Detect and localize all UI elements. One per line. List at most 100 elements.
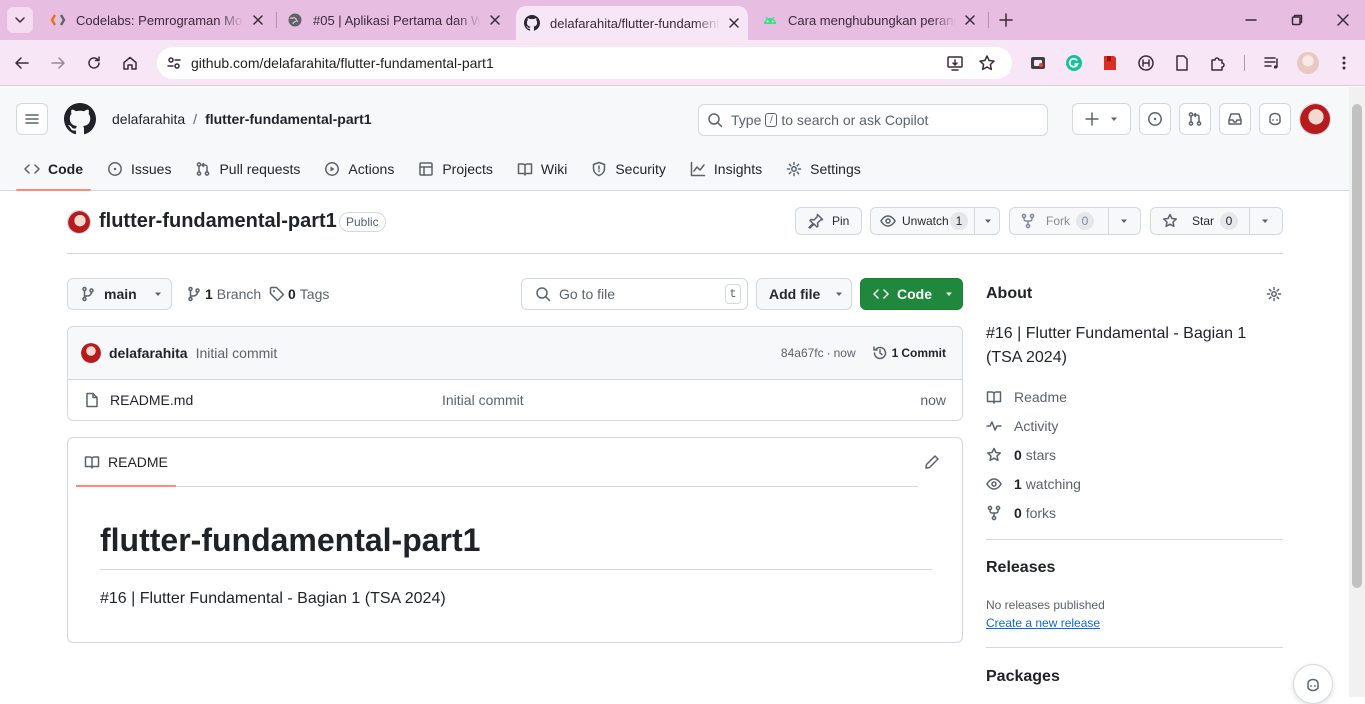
add-file-button[interactable]: Add file xyxy=(756,278,852,310)
close-tab-icon[interactable] xyxy=(726,15,742,31)
scrollbar-thumb[interactable] xyxy=(1352,104,1362,588)
star-count: 0 xyxy=(1220,212,1239,230)
issues-shortcut-button[interactable] xyxy=(1139,103,1171,135)
unwatch-label: Unwatch xyxy=(902,214,949,228)
edit-readme-icon[interactable] xyxy=(924,454,940,470)
reload-button[interactable] xyxy=(80,49,108,77)
commit-author-avatar[interactable] xyxy=(81,343,101,363)
breadcrumb-repo[interactable]: flutter-fundamental-part1 xyxy=(205,111,371,127)
commit-dot: · xyxy=(826,346,831,360)
browser-tab-codelabs[interactable]: Codelabs: Pemrograman Mobile xyxy=(50,0,270,40)
readme-link[interactable]: Readme xyxy=(986,382,1283,411)
extension-red-icon[interactable] xyxy=(1096,49,1124,77)
tab-issues[interactable]: Issues xyxy=(99,147,179,191)
tab-search-button[interactable] xyxy=(7,7,33,33)
pulse-icon xyxy=(986,420,1002,431)
breadcrumb-owner[interactable]: delafarahita xyxy=(112,111,185,127)
create-release-link[interactable]: Create a new release xyxy=(986,616,1100,630)
new-tab-button[interactable] xyxy=(992,6,1020,34)
browser-tab-android[interactable]: Cara menghubungkan perangkat Android xyxy=(762,0,982,40)
file-name[interactable]: README.md xyxy=(110,392,442,408)
browser-menu-icon[interactable] xyxy=(1330,49,1358,77)
close-tab-icon[interactable] xyxy=(250,12,266,28)
branches-link[interactable]: 1 Branch xyxy=(186,286,261,302)
forward-button[interactable] xyxy=(44,49,72,77)
tab-code[interactable]: Code xyxy=(16,147,91,191)
pin-button[interactable]: Pin xyxy=(795,207,862,235)
browser-tab-aplikasi-pertama[interactable]: #05 | Aplikasi Pertama dan Widget xyxy=(287,0,507,40)
releases-title[interactable]: Releases xyxy=(986,559,1055,577)
install-app-icon[interactable] xyxy=(946,54,964,72)
tab-security[interactable]: Security xyxy=(583,147,674,191)
tags-count: 0 xyxy=(288,286,296,302)
commit-message[interactable]: Initial commit xyxy=(196,345,278,361)
gear-icon xyxy=(786,161,802,177)
tags-link[interactable]: 0 Tags xyxy=(269,286,329,302)
commits-link[interactable]: 1 Commit xyxy=(872,345,946,361)
minimize-button[interactable] xyxy=(1228,0,1274,40)
close-window-button[interactable] xyxy=(1320,0,1365,40)
activity-link[interactable]: Activity xyxy=(986,411,1283,440)
caret-down-icon xyxy=(1262,219,1268,223)
fork-button[interactable]: Fork 0 xyxy=(1009,207,1141,235)
media-controls-icon[interactable] xyxy=(1258,49,1286,77)
back-button[interactable] xyxy=(8,49,36,77)
bookmark-star-icon[interactable] xyxy=(978,54,996,72)
profile-avatar[interactable] xyxy=(1294,49,1322,77)
inbox-button[interactable] xyxy=(1219,103,1251,135)
copilot-chat-button[interactable] xyxy=(1293,664,1333,704)
repo-title[interactable]: flutter-fundamental-part1 xyxy=(99,210,337,233)
extensions-puzzle-icon[interactable] xyxy=(1204,49,1232,77)
extension-1-icon[interactable] xyxy=(1024,49,1052,77)
github-logo-icon[interactable] xyxy=(64,103,96,135)
star-button[interactable]: Star 0 xyxy=(1150,207,1283,235)
commit-hash[interactable]: 84a67fc xyxy=(781,346,824,360)
extension-circle-icon[interactable] xyxy=(1132,49,1160,77)
sidebar-divider xyxy=(986,539,1283,540)
sidebar-divider xyxy=(986,647,1283,648)
owner-avatar[interactable] xyxy=(67,210,91,234)
close-tab-icon[interactable] xyxy=(962,12,978,28)
unwatch-button[interactable]: Unwatch 1 xyxy=(870,207,1000,235)
copilot-button[interactable] xyxy=(1259,103,1291,135)
tab-settings[interactable]: Settings xyxy=(778,147,869,191)
about-settings-icon[interactable] xyxy=(1266,286,1282,302)
site-info-icon[interactable] xyxy=(165,55,183,71)
tab-projects[interactable]: Projects xyxy=(410,147,501,191)
tab-actions[interactable]: Actions xyxy=(316,147,402,191)
document-icon[interactable] xyxy=(1168,49,1196,77)
file-commit-message[interactable]: Initial commit xyxy=(442,392,524,408)
tab-wiki[interactable]: Wiki xyxy=(509,147,575,191)
go-to-file-input[interactable]: Go to file t xyxy=(521,278,748,310)
close-icon xyxy=(1337,14,1349,26)
hamburger-menu-button[interactable] xyxy=(16,103,48,135)
user-avatar[interactable] xyxy=(1299,103,1331,135)
create-new-button[interactable] xyxy=(1072,103,1131,135)
close-tab-icon[interactable] xyxy=(487,12,503,28)
packages-title[interactable]: Packages xyxy=(986,668,1060,686)
watching-link[interactable]: 1 watching xyxy=(986,469,1283,498)
search-input[interactable]: Type / to search or ask Copilot xyxy=(698,104,1048,136)
caret-down-icon xyxy=(985,219,991,223)
branch-selector[interactable]: main xyxy=(67,278,172,310)
minimize-icon xyxy=(1245,19,1257,21)
commit-author[interactable]: delafarahita xyxy=(109,345,188,361)
restore-button[interactable] xyxy=(1274,0,1320,40)
home-button[interactable] xyxy=(116,49,144,77)
file-time: now xyxy=(920,392,946,408)
tags-label: Tags xyxy=(299,286,330,302)
address-bar[interactable]: github.com/delafarahita/flutter-fundamen… xyxy=(157,47,1012,79)
tab-pull-requests[interactable]: Pull requests xyxy=(187,147,308,191)
browser-tab-github-repo[interactable]: delafarahita/flutter-fundamental-part1 xyxy=(516,6,748,40)
pull-requests-shortcut-button[interactable] xyxy=(1179,103,1211,135)
star-icon xyxy=(1162,213,1178,228)
code-button[interactable]: Code xyxy=(860,278,963,310)
stars-link[interactable]: 0 stars xyxy=(986,440,1283,469)
tab-label: Wiki xyxy=(540,161,568,177)
home-icon xyxy=(123,56,137,70)
tab-insights[interactable]: Insights xyxy=(682,147,770,191)
tab-separator xyxy=(276,12,277,28)
readme-tab[interactable]: README xyxy=(76,438,176,487)
forks-link[interactable]: 0 forks xyxy=(986,498,1283,527)
grammarly-icon[interactable] xyxy=(1060,49,1088,77)
